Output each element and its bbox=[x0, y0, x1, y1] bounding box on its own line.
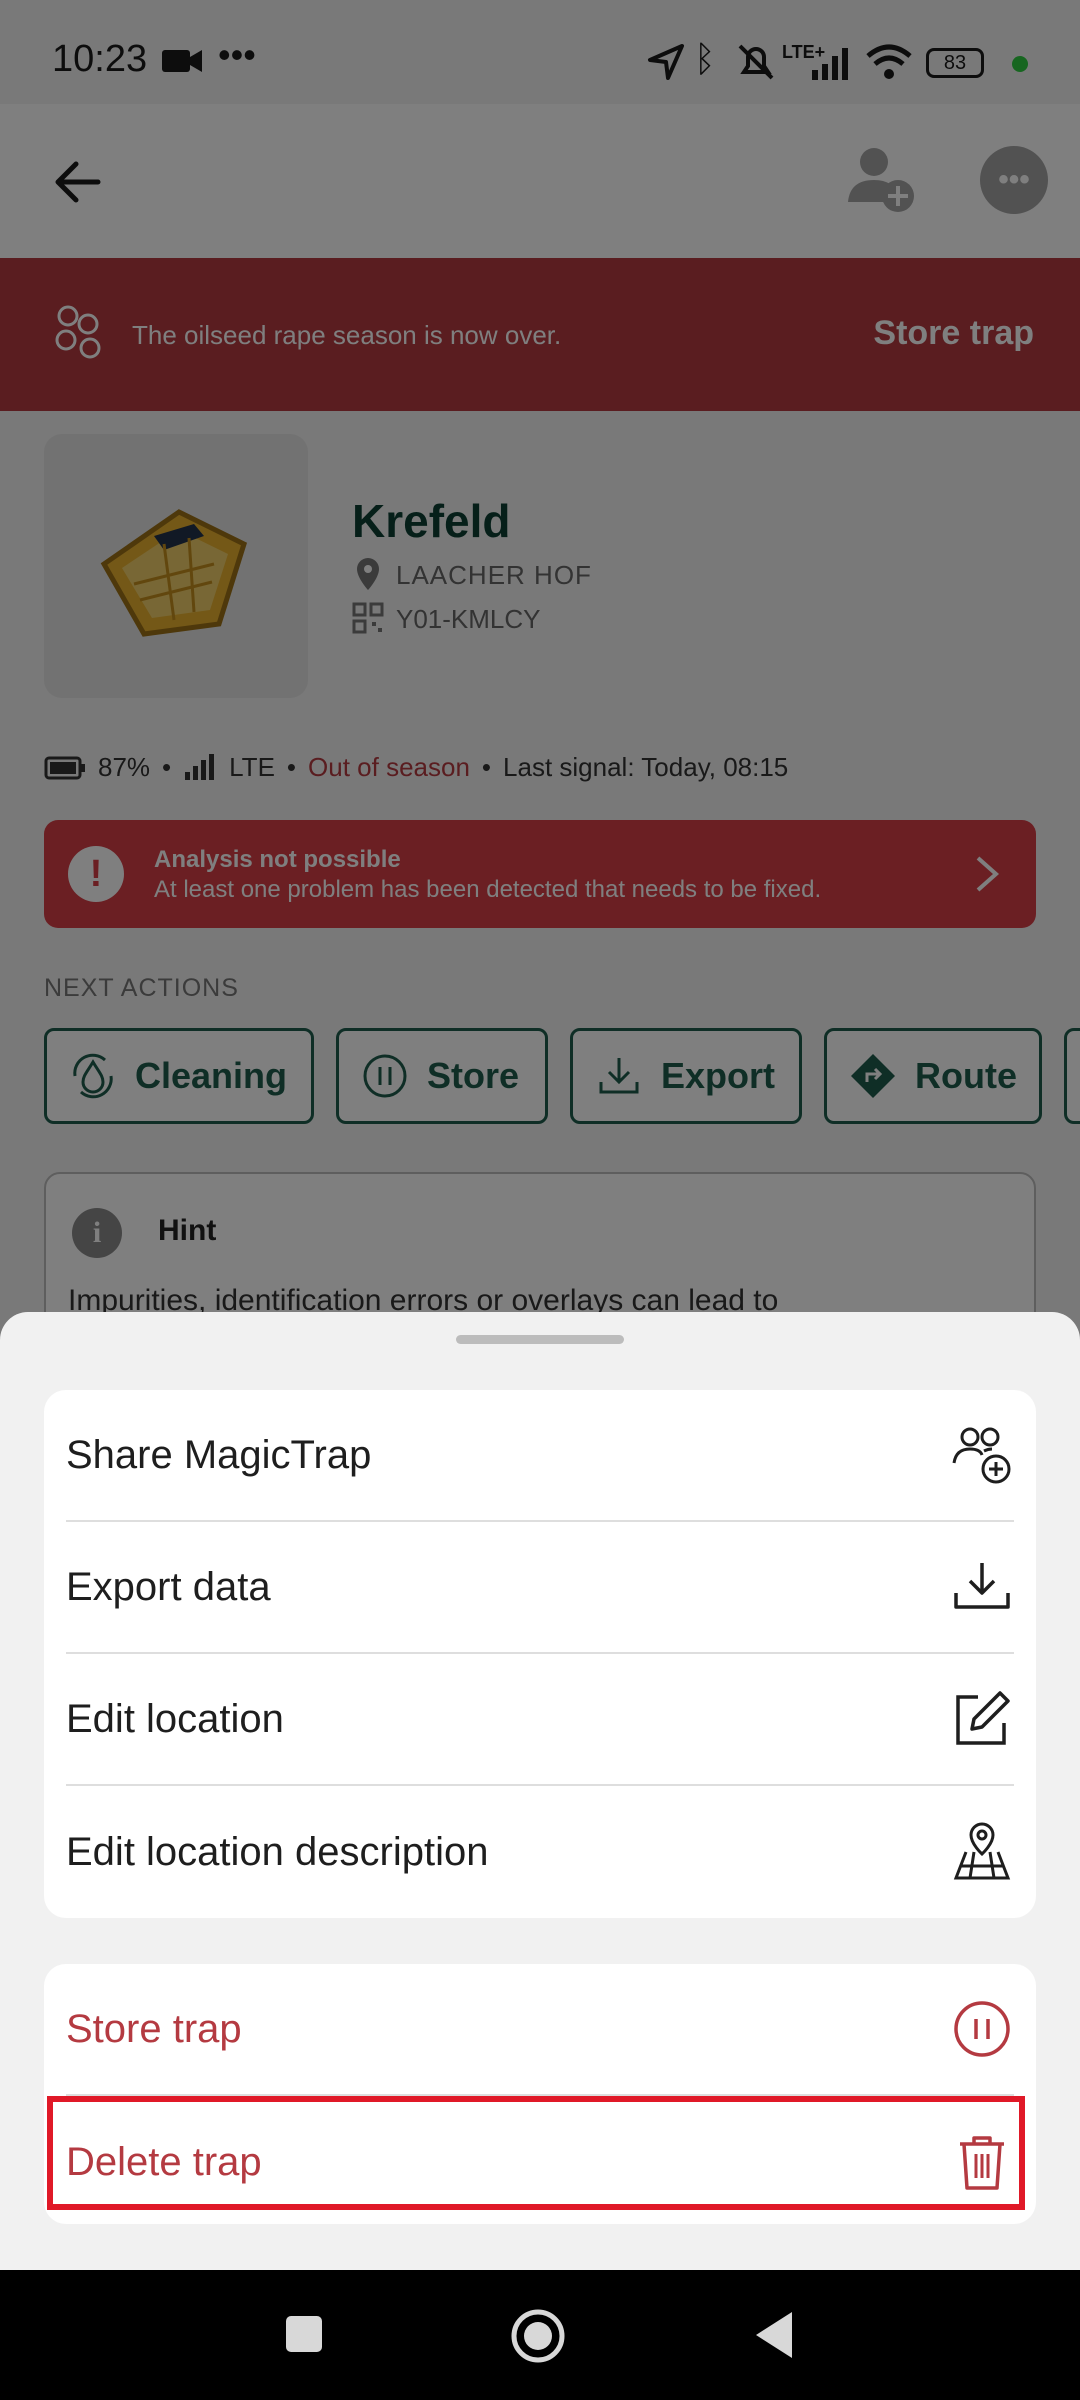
home-button[interactable] bbox=[510, 2308, 566, 2364]
store-trap-item[interactable]: Store trap bbox=[66, 1964, 1014, 2096]
share-magictrap-label: Share MagicTrap bbox=[66, 1432, 372, 1477]
edit-location-description-label: Edit location description bbox=[66, 1829, 489, 1874]
map-pin-icon bbox=[953, 1822, 1011, 1880]
options-group: Share MagicTrap Export data Edit locatio… bbox=[44, 1390, 1036, 1918]
edit-location-description-item[interactable]: Edit location description bbox=[66, 1786, 1014, 1918]
system-nav-bar bbox=[0, 2270, 1080, 2400]
pause-circle-icon bbox=[954, 2001, 1010, 2057]
share-magictrap-item[interactable]: Share MagicTrap bbox=[66, 1390, 1014, 1522]
export-data-item[interactable]: Export data bbox=[66, 1522, 1014, 1654]
share-users-icon bbox=[952, 1427, 1011, 1484]
recents-button[interactable] bbox=[286, 2316, 322, 2352]
store-trap-label: Store trap bbox=[66, 2006, 242, 2051]
edit-icon bbox=[956, 1691, 1010, 1745]
download-icon bbox=[954, 1563, 1010, 1609]
edit-location-label: Edit location bbox=[66, 1696, 284, 1741]
sheet-drag-handle[interactable] bbox=[456, 1335, 624, 1344]
edit-location-item[interactable]: Edit location bbox=[66, 1654, 1014, 1786]
back-button[interactable] bbox=[752, 2310, 796, 2360]
delete-trap-highlight bbox=[47, 2096, 1025, 2210]
export-data-label: Export data bbox=[66, 1564, 271, 1609]
